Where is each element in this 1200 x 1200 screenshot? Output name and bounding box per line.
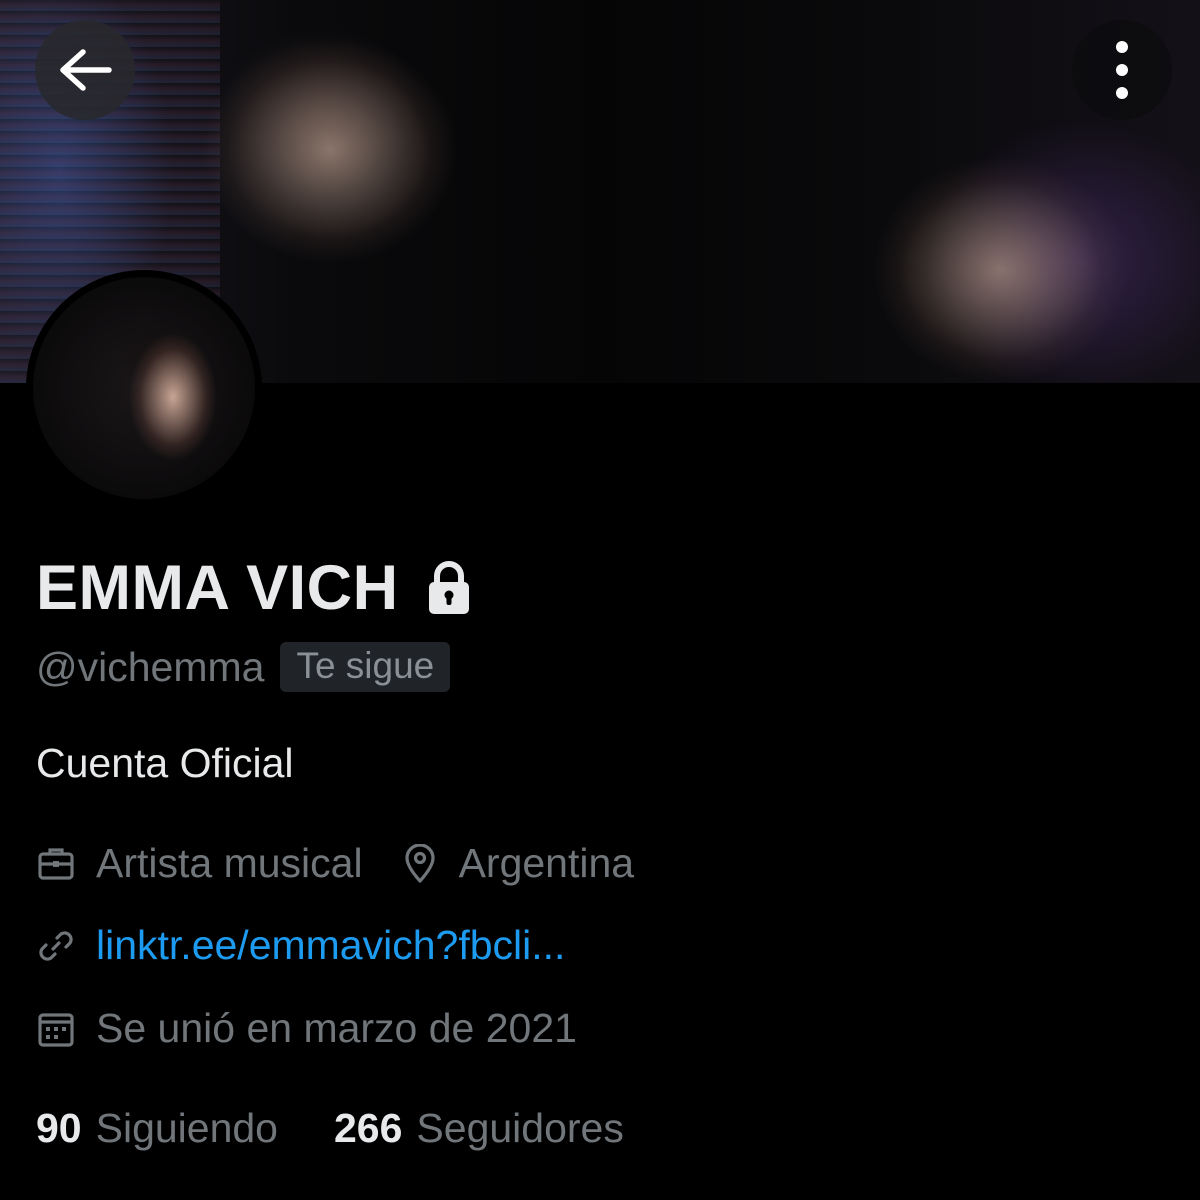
handle-row: @vichemma Te sigue bbox=[36, 642, 451, 692]
back-button[interactable] bbox=[35, 20, 135, 120]
profile-joined-row: Se unió en marzo de 2021 bbox=[36, 1005, 577, 1052]
profile-name: EMMA VICH bbox=[36, 553, 399, 623]
profile-avatar[interactable] bbox=[26, 270, 262, 506]
profile-name-row: EMMA VICH bbox=[36, 552, 471, 624]
lock-icon bbox=[428, 561, 469, 614]
profile-stats: 90 Siguiendo 266 Seguidores bbox=[36, 1105, 624, 1152]
following-stat[interactable]: 90 Siguiendo bbox=[36, 1105, 278, 1152]
profile-location-wrap: Argentina bbox=[401, 840, 635, 887]
profile-category: Artista musical bbox=[96, 840, 363, 886]
profile-bio: Cuenta Oficial bbox=[36, 740, 294, 786]
profile-joined-date: Se unió en marzo de 2021 bbox=[96, 1005, 577, 1051]
briefcase-icon bbox=[38, 847, 74, 880]
avatar-image bbox=[33, 277, 255, 499]
following-label: Siguiendo bbox=[95, 1105, 278, 1151]
more-vertical-icon bbox=[1116, 41, 1128, 99]
followers-stat[interactable]: 266 Seguidores bbox=[334, 1105, 624, 1152]
followers-label: Seguidores bbox=[416, 1105, 624, 1151]
profile-website-row: linktr.ee/emmavich?fbcli... bbox=[36, 922, 565, 969]
follows-you-badge: Te sigue bbox=[280, 642, 451, 692]
back-arrow-icon bbox=[60, 49, 112, 91]
profile-website-link[interactable]: linktr.ee/emmavich?fbcli... bbox=[96, 922, 565, 969]
calendar-icon bbox=[38, 1012, 74, 1047]
more-options-button[interactable] bbox=[1072, 20, 1172, 120]
link-icon bbox=[39, 930, 73, 961]
profile-handle: @vichemma bbox=[36, 643, 265, 690]
location-pin-icon bbox=[404, 843, 435, 883]
followers-count: 266 bbox=[334, 1105, 403, 1151]
profile-meta-row: Artista musical Argentina bbox=[36, 840, 634, 887]
profile-location: Argentina bbox=[458, 840, 635, 886]
following-count: 90 bbox=[36, 1105, 82, 1151]
